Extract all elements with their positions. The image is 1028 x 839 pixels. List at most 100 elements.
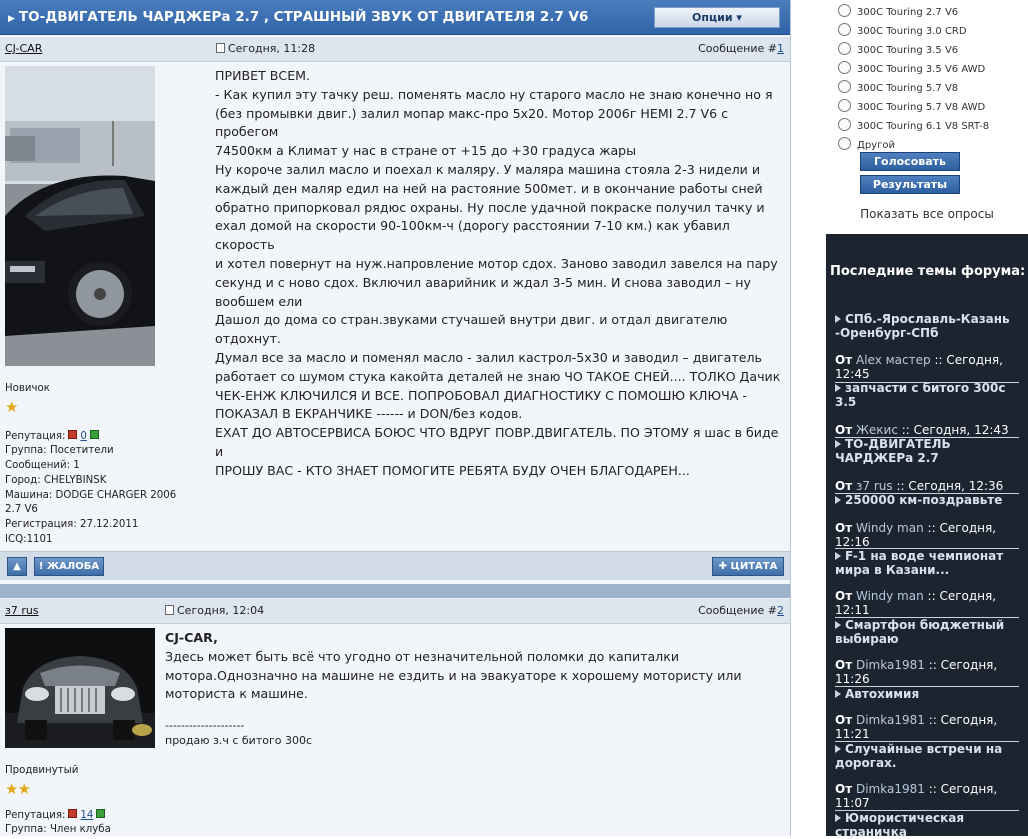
minus-icon[interactable]: [68, 808, 78, 818]
radio-icon[interactable]: [838, 137, 851, 150]
reputation-value[interactable]: 0: [80, 431, 86, 442]
latest-topic-meta: От з7 rus :: Сегодня, 12:36: [835, 479, 1004, 493]
avatar: [5, 628, 155, 748]
poll-option[interactable]: 300C Touring 3.5 V6: [838, 42, 958, 56]
topic-author[interactable]: Alex мастер: [856, 353, 931, 367]
post-link[interactable]: 1: [777, 42, 784, 55]
radio-icon[interactable]: [838, 42, 851, 55]
user-rank: Продвинутый: [5, 765, 79, 776]
latest-topic-link[interactable]: F-1 на воде чемпионат мира в Казани...: [835, 549, 1025, 577]
post-author[interactable]: з7 rus: [5, 604, 39, 617]
latest-topic-link[interactable]: СПб.-Ярославль-Казань -Оренбург-СПб: [835, 312, 1025, 340]
reputation: Репутация: 0: [5, 429, 205, 445]
topic-author[interactable]: Dimka1981: [856, 782, 925, 796]
signature-separator: --------------------: [165, 719, 245, 733]
poll-option[interactable]: 300C Touring 5.7 V8: [838, 80, 958, 94]
user-group: Группа: Посетители: [5, 445, 114, 457]
post-icon: [216, 43, 225, 53]
latest-topics-heading: Последние темы форума:: [830, 264, 1026, 279]
arrow-icon: [835, 496, 841, 504]
latest-topic-link[interactable]: ТО-ДВИГАТЕЛЬ ЧАРДЖЕРа 2.7: [835, 437, 1025, 465]
plus-icon[interactable]: [96, 808, 106, 818]
minus-icon[interactable]: [68, 429, 78, 439]
user-info: Новичок ★ Репутация: 0 Группа: Посетители…: [5, 382, 205, 547]
arrow-icon: [835, 552, 841, 560]
user-icq: ICQ:1101: [5, 533, 53, 545]
show-all-polls-link[interactable]: Показать все опросы: [826, 207, 1028, 221]
arrow-icon: [835, 440, 841, 448]
post-number: Сообщение #2: [698, 604, 784, 617]
user-group: Группа: Член клуба: [5, 824, 111, 836]
radio-icon[interactable]: [838, 23, 851, 36]
radio-icon[interactable]: [838, 61, 851, 74]
poll: 300C Touring 2.7 V6 300C Touring 3.0 CRD…: [826, 0, 1028, 232]
post-body: Продвинутый ★★ Репутация: 14 Группа: Член…: [0, 624, 790, 836]
arrow-icon: [835, 621, 841, 629]
avatar-image: [5, 628, 155, 748]
poll-option[interactable]: 300C Touring 3.5 V6 AWD: [838, 61, 985, 75]
topic-author[interactable]: Windy man: [856, 589, 924, 603]
latest-topic-link[interactable]: запчасти с битого 300с 3.5: [835, 381, 1025, 409]
radio-icon[interactable]: [838, 4, 851, 17]
radio-icon[interactable]: [838, 118, 851, 131]
quote-button[interactable]: ✚ ЦИТАТА: [712, 557, 784, 576]
poll-option[interactable]: 300C Touring 3.0 CRD: [838, 23, 967, 37]
post-header: CJ-CAR Сегодня, 11:28 Сообщение #1: [0, 37, 790, 62]
arrow-up-icon: ▲: [13, 561, 21, 572]
latest-topic-meta: От Жекис :: Сегодня, 12:43: [835, 423, 1009, 437]
post-text: ПРИВЕТ ВСЕМ. - Как купил эту тачку реш. …: [215, 68, 781, 478]
poll-option[interactable]: 300C Touring 2.7 V6: [838, 4, 958, 18]
avatar: [5, 66, 155, 366]
poll-option[interactable]: 300C Touring 6.1 V8 SRT-8: [838, 118, 989, 132]
post-author[interactable]: CJ-CAR: [5, 42, 42, 55]
post-body: Новичок ★ Репутация: 0 Группа: Посетители…: [0, 62, 790, 548]
arrow-icon: ▶: [8, 14, 15, 24]
vote-button[interactable]: Голосовать: [860, 152, 960, 171]
sidebar: 300C Touring 2.7 V6 300C Touring 3.0 CRD…: [826, 0, 1028, 839]
topic-author[interactable]: Windy man: [856, 521, 924, 535]
arrow-icon: [835, 814, 841, 822]
reputation-value[interactable]: 14: [80, 810, 93, 821]
latest-topic-meta: От Dimka1981 :: Сегодня, 11:07: [835, 782, 998, 810]
latest-topic-link[interactable]: Смартфон бюджетный выбираю: [835, 618, 1025, 646]
latest-topic-link[interactable]: Автохимия: [835, 687, 1025, 701]
results-button[interactable]: Результаты: [860, 175, 960, 194]
latest-topic-meta: От Dimka1981 :: Сегодня, 11:21: [835, 713, 998, 741]
topic-author[interactable]: з7 rus: [856, 479, 893, 493]
post-date: Сегодня, 11:28: [216, 42, 315, 55]
topic-author[interactable]: Dimka1981: [856, 713, 925, 727]
user-city: Город: CHELYBINSK: [5, 474, 107, 486]
post-text: CJ-CAR, Здесь может быть всё что угодно …: [165, 629, 780, 748]
post-header: з7 rus Сегодня, 12:04 Сообщение #2: [0, 599, 790, 624]
topic-author[interactable]: Dimka1981: [856, 658, 925, 672]
poll-option[interactable]: 300C Touring 5.7 V8 AWD: [838, 99, 985, 113]
radio-icon[interactable]: [838, 80, 851, 93]
topic-title: ▶ ТО-ДВИГАТЕЛЬ ЧАРДЖЕРа 2.7 , СТРАШНЫЙ ЗВ…: [8, 9, 589, 25]
latest-topic-meta: От Windy man :: Сегодня, 12:16: [835, 521, 997, 549]
quote-author: CJ-CAR,: [165, 630, 218, 645]
chevron-down-icon: ▾: [736, 11, 742, 24]
latest-topic-link[interactable]: 250000 км-поздравьте: [835, 493, 1025, 507]
post-link[interactable]: 2: [777, 604, 784, 617]
arrow-icon: [835, 745, 841, 753]
arrow-icon: [835, 690, 841, 698]
poll-option[interactable]: Другой: [838, 137, 895, 151]
latest-topic-link[interactable]: Юмористическая страничка: [835, 811, 1025, 839]
user-posts: Сообщений: 1: [5, 460, 80, 472]
options-button[interactable]: Опции ▾: [654, 7, 780, 28]
post-footer: ▲ ! ЖАЛОБА ✚ ЦИТАТА: [0, 551, 790, 580]
star-icon: ★: [5, 397, 18, 416]
post-icon: [165, 605, 174, 615]
user-info: Продвинутый ★★ Репутация: 14 Группа: Член…: [5, 764, 205, 836]
arrow-icon: [835, 384, 841, 392]
topic-author[interactable]: Жекис: [856, 423, 898, 437]
avatar-image: [5, 66, 155, 366]
user-car-engine: 2.7 V6: [5, 504, 38, 516]
report-button[interactable]: ! ЖАЛОБА: [34, 557, 104, 576]
warning-icon: !: [38, 561, 47, 572]
radio-icon[interactable]: [838, 99, 851, 112]
latest-topic-link[interactable]: Случайные встречи на дорогах.: [835, 742, 1025, 770]
plus-icon[interactable]: [89, 429, 99, 439]
post-date: Сегодня, 12:04: [165, 604, 264, 617]
scroll-top-button[interactable]: ▲: [7, 557, 27, 576]
